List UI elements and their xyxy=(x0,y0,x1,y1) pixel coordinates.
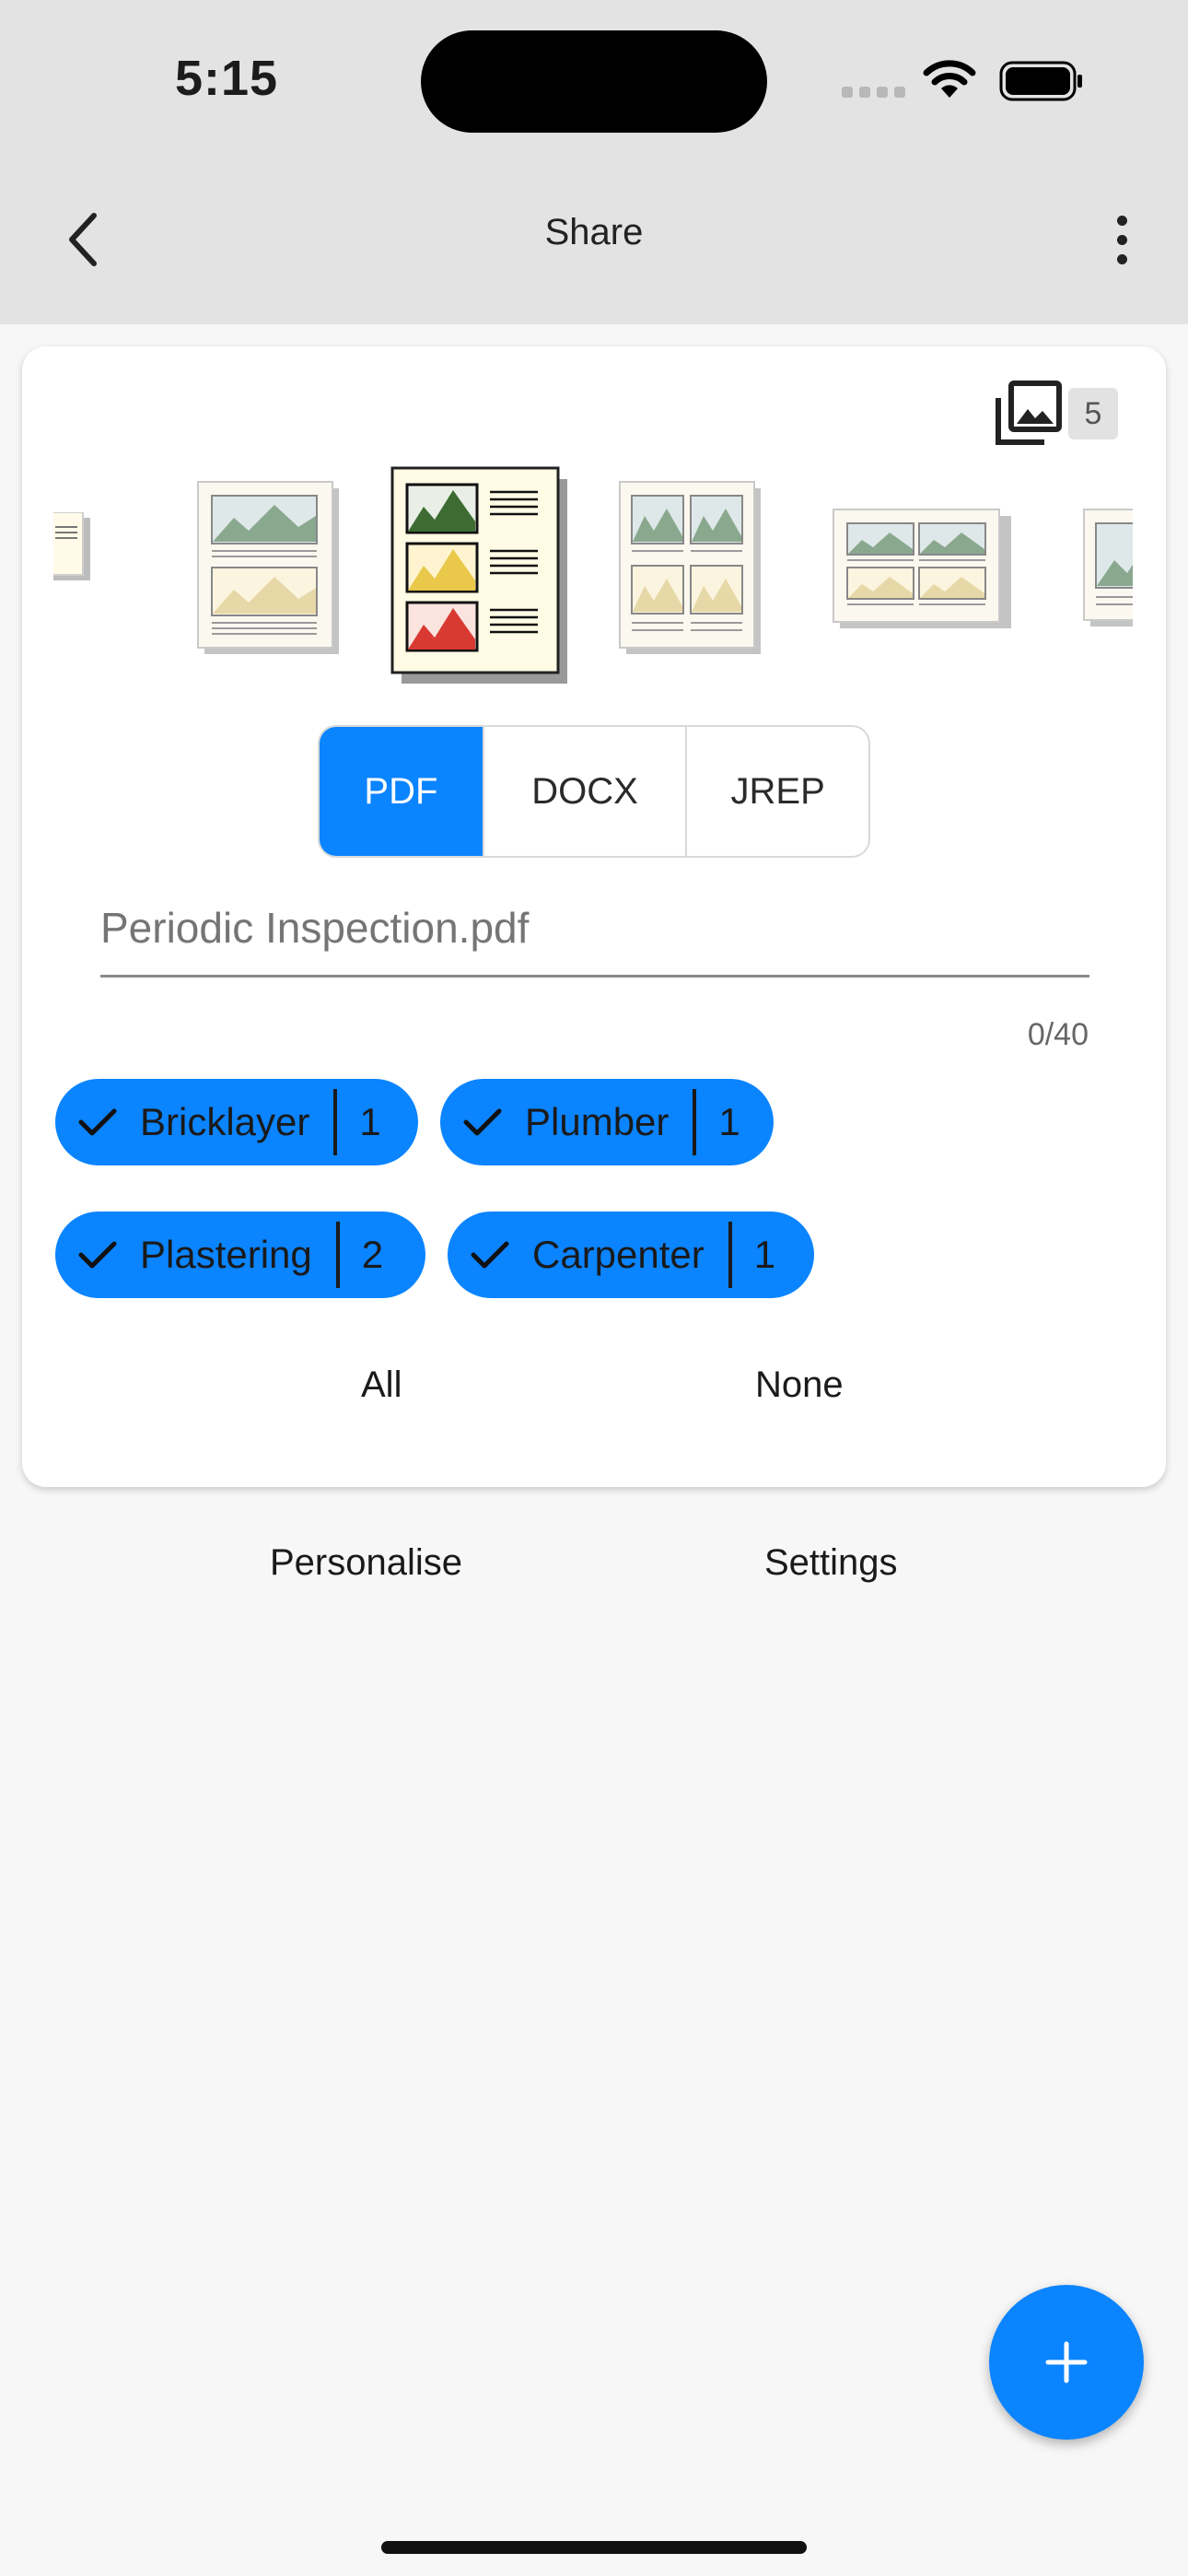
trade-chip-bricklayer[interactable]: Bricklayer 1 xyxy=(55,1079,418,1165)
more-vertical-icon xyxy=(1116,215,1127,226)
select-all-button[interactable]: All xyxy=(361,1364,402,1406)
select-none-button[interactable]: None xyxy=(755,1364,844,1406)
chip-label: Plastering xyxy=(140,1233,312,1276)
format-docx-button[interactable]: DOCX xyxy=(482,727,686,856)
check-icon xyxy=(78,1241,117,1269)
chip-divider xyxy=(728,1222,732,1288)
trade-chip-plastering[interactable]: Plastering 2 xyxy=(55,1212,425,1298)
layout-four-photo-thumbnail[interactable] xyxy=(619,481,763,656)
share-card: 5 PDF DOCX JREP Periodic Inspection.pdf … xyxy=(22,346,1166,1487)
chip-divider xyxy=(333,1089,338,1155)
chip-count: 1 xyxy=(718,1100,740,1143)
filename-input[interactable] xyxy=(100,881,1089,978)
chip-count: 1 xyxy=(359,1100,381,1143)
character-counter: 0/40 xyxy=(1027,1017,1089,1052)
format-pdf-button[interactable]: PDF xyxy=(320,727,483,856)
trade-chip-carpenter[interactable]: Carpenter 1 xyxy=(448,1212,814,1298)
photo-count-badge: 5 xyxy=(1068,388,1118,439)
more-options-button[interactable] xyxy=(1101,205,1143,275)
trade-chip-plumber[interactable]: Plumber 1 xyxy=(440,1079,774,1165)
layout-carousel[interactable] xyxy=(53,466,1133,687)
check-icon xyxy=(463,1108,502,1136)
layout-list-thumbnail[interactable] xyxy=(53,512,99,586)
layout-three-photo-thumbnail[interactable] xyxy=(390,466,571,687)
layout-landscape-thumbnail[interactable] xyxy=(833,509,1013,630)
photo-count[interactable]: 5 xyxy=(993,380,1118,448)
check-icon xyxy=(471,1241,509,1269)
battery-icon xyxy=(999,61,1082,101)
chip-divider xyxy=(335,1222,340,1288)
add-button[interactable] xyxy=(989,2285,1144,2440)
plus-icon xyxy=(1045,2341,1088,2383)
page-title: Share xyxy=(544,212,644,252)
layout-two-photo-thumbnail[interactable] xyxy=(197,481,341,656)
photo-library-icon xyxy=(996,381,1062,445)
dynamic-island xyxy=(421,30,767,133)
chip-divider xyxy=(693,1089,697,1155)
chip-label: Plumber xyxy=(525,1100,670,1143)
chip-count: 1 xyxy=(753,1233,776,1276)
personalise-button[interactable]: Personalise xyxy=(270,1542,462,1584)
chip-label: Bricklayer xyxy=(140,1100,310,1143)
chip-label: Carpenter xyxy=(532,1233,705,1276)
layout-single-photo-thumbnail[interactable] xyxy=(1083,509,1133,630)
status-time: 5:15 xyxy=(175,51,279,106)
wifi-icon xyxy=(923,60,976,98)
check-icon xyxy=(78,1108,117,1136)
cellular-signal-icon xyxy=(842,87,905,98)
format-jrep-button[interactable]: JREP xyxy=(685,727,868,856)
home-indicator xyxy=(381,2541,807,2554)
settings-button[interactable]: Settings xyxy=(764,1542,898,1584)
app-bar: 5:15 Share xyxy=(0,0,1188,324)
format-selector: PDF DOCX JREP xyxy=(318,725,870,858)
chip-count: 2 xyxy=(361,1233,384,1276)
